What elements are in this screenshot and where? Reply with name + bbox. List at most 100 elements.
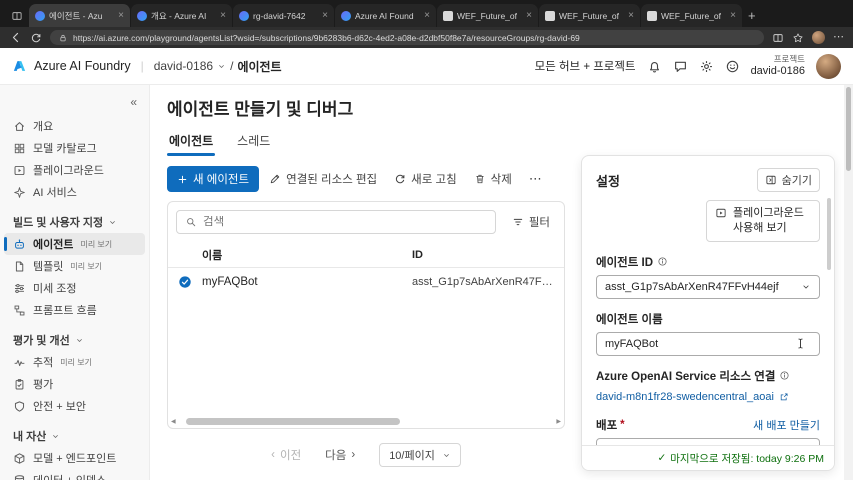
brand-title: Azure AI Foundry — [34, 59, 131, 73]
scroll-left-icon[interactable]: ◀ — [171, 419, 176, 425]
tab-agents[interactable]: 에이전트 — [167, 128, 215, 156]
sidebar-item-playgrounds[interactable]: 플레이그라운드 — [4, 159, 145, 181]
sidebar-item-safety-security[interactable]: 안전 + 보안 — [4, 395, 145, 417]
tab-title: rg-david-7642 — [253, 11, 318, 21]
tab-close-icon[interactable]: × — [730, 11, 736, 21]
browser-tab-pdf-2[interactable]: WEF_Future_of × — [539, 4, 640, 27]
delete-button[interactable]: 삭제 — [467, 166, 519, 192]
sidebar-section-assess[interactable]: 평가 및 개선 — [4, 329, 145, 351]
tab-close-icon[interactable]: × — [628, 11, 634, 21]
browser-tab-pdf-1[interactable]: WEF_Future_of × — [437, 4, 538, 27]
sidebar-item-agents[interactable]: 에이전트 미리 보기 — [4, 233, 145, 255]
user-avatar[interactable] — [816, 54, 841, 79]
reload-icon[interactable] — [30, 32, 42, 44]
browser-address-bar: https://ai.azure.com/playground/agentsLi… — [0, 27, 853, 48]
sidebar-item-label: 평가 — [33, 376, 53, 392]
browser-profile-avatar[interactable] — [812, 31, 825, 44]
sidebar-item-fine-tuning[interactable]: 미세 조정 — [4, 277, 145, 299]
project-switcher[interactable]: 프로젝트 david-0186 — [751, 55, 805, 77]
azure-logo-icon — [12, 59, 27, 74]
browser-menu-icon[interactable]: ⋯ — [833, 32, 844, 43]
filter-button[interactable]: 필터 — [506, 210, 556, 234]
tab-close-icon[interactable]: × — [424, 11, 430, 21]
name-column-header[interactable]: 이름 — [202, 247, 412, 263]
search-input[interactable] — [203, 216, 487, 228]
sidebar-item-prompt-flow[interactable]: 프롬프트 흐름 — [4, 299, 145, 321]
tab-close-icon[interactable]: × — [220, 11, 226, 21]
try-playground-label: 플레이그라운드 사용해 보기 — [733, 206, 811, 236]
header-actions: 모든 허브 + 프로젝트 프로젝트 david-0186 — [535, 54, 841, 79]
hide-panel-button[interactable]: 숨기기 — [757, 168, 820, 192]
refresh-button[interactable]: 새로 고침 — [387, 166, 464, 192]
tab-close-icon[interactable]: × — [322, 11, 328, 21]
sidebar-item-model-catalog[interactable]: 모델 카탈로그 — [4, 137, 145, 159]
external-link-icon[interactable] — [779, 392, 789, 402]
tab-favicon — [647, 11, 657, 21]
agent-name-input[interactable] — [596, 332, 820, 356]
url-bar[interactable]: https://ai.azure.com/playground/agentsLi… — [50, 30, 764, 45]
sidebar-item-tracing[interactable]: 추적 미리 보기 — [4, 351, 145, 373]
panel-scrollbar-thumb[interactable] — [827, 198, 831, 270]
scrollbar-track[interactable] — [179, 418, 554, 425]
browser-tab-pdf-3[interactable]: WEF_Future_of × — [641, 4, 742, 27]
sidebar-item-ai-services[interactable]: AI 서비스 — [4, 181, 145, 203]
notifications-bell-icon[interactable] — [647, 59, 662, 74]
table-row[interactable]: myFAQBot asst_G1p7sAbArXenR47FFvH44ejf — [168, 268, 564, 295]
sidebar-section-build[interactable]: 빌드 및 사용자 지정 — [4, 211, 145, 233]
tab-actions-icon[interactable] — [5, 4, 29, 27]
try-playground-button[interactable]: 플레이그라운드 사용해 보기 — [706, 200, 820, 242]
filter-label: 필터 — [529, 214, 550, 230]
tab-close-icon[interactable]: × — [118, 11, 124, 21]
toolbar-overflow-icon[interactable]: ⋯ — [522, 169, 549, 189]
new-agent-label: 새 에이전트 — [193, 171, 249, 187]
sidebar-collapse-icon[interactable]: « — [130, 96, 137, 108]
sidebar-item-overview[interactable]: 개요 — [4, 115, 145, 137]
previous-page-button[interactable]: ‹ 이전 — [271, 447, 301, 463]
sidebar-section-my-assets[interactable]: 내 자산 — [4, 425, 145, 447]
browser-tab-overview[interactable]: 개요 - Azure AI × — [131, 4, 232, 27]
row-selected-check-icon[interactable] — [168, 275, 202, 289]
id-column-header[interactable]: ID — [412, 249, 564, 261]
agent-id-select[interactable]: asst_G1p7sAbArXenR47FFvH44ejf — [596, 275, 820, 299]
breadcrumb-project[interactable]: david-0186 — [154, 59, 213, 73]
browser-tab-agents[interactable]: 에이전트 - Azu × — [29, 4, 130, 27]
feedback-chat-icon[interactable] — [673, 59, 688, 74]
horizontal-scrollbar[interactable]: ◀ ▶ — [168, 415, 564, 428]
info-icon[interactable] — [657, 256, 668, 267]
info-icon[interactable] — [779, 370, 790, 381]
new-agent-button[interactable]: 새 에이전트 — [167, 166, 259, 192]
browser-tab-resource-group[interactable]: rg-david-7642 × — [233, 4, 334, 27]
sidebar-item-templates[interactable]: 템플릿 미리 보기 — [4, 255, 145, 277]
all-hubs-link[interactable]: 모든 허브 + 프로젝트 — [535, 58, 636, 74]
scrollbar-thumb[interactable] — [186, 418, 400, 425]
sidebar-item-label: 추적 — [33, 354, 53, 370]
tab-threads[interactable]: 스레드 — [235, 128, 272, 156]
scroll-right-icon[interactable]: ▶ — [556, 419, 561, 425]
aoai-connection-label: Azure OpenAI Service 리소스 연결 — [596, 368, 775, 384]
sidebar-item-models-endpoints[interactable]: 모델 + 엔드포인트 — [4, 447, 145, 469]
sidebar-item-data-indexes[interactable]: 데이터 + 인덱스 — [4, 469, 145, 480]
edit-connected-resources-button[interactable]: 연결된 리소스 편집 — [262, 166, 384, 192]
table-search-row: 필터 — [168, 202, 564, 242]
new-deployment-link[interactable]: 새 배포 만들기 — [753, 417, 820, 433]
page-scrollbar-thumb[interactable] — [846, 87, 851, 171]
chevron-down-icon — [51, 432, 60, 441]
favorites-icon[interactable] — [792, 32, 804, 44]
sidebar-item-evaluation[interactable]: 평가 — [4, 373, 145, 395]
pagination: ‹ 이전 다음 › 10/페이지 — [167, 443, 565, 467]
settings-gear-icon[interactable] — [699, 59, 714, 74]
search-box[interactable] — [176, 210, 496, 234]
split-screen-icon[interactable] — [772, 32, 784, 44]
smiley-feedback-icon[interactable] — [725, 59, 740, 74]
aoai-connection-link[interactable]: david-m8n1fr28-swedencentral_aoai — [596, 391, 774, 403]
sidebar-item-label: AI 서비스 — [33, 184, 77, 200]
next-page-button[interactable]: 다음 › — [325, 447, 355, 463]
tab-close-icon[interactable]: × — [526, 11, 532, 21]
browser-tab-foundry[interactable]: Azure AI Found × — [335, 4, 436, 27]
page-scrollbar[interactable] — [844, 85, 853, 480]
back-icon[interactable] — [9, 31, 22, 44]
chevron-down-icon[interactable] — [217, 62, 226, 71]
new-tab-button[interactable]: + — [748, 8, 756, 23]
pivot-tabs: 에이전트 스레드 — [167, 128, 565, 156]
page-size-select[interactable]: 10/페이지 — [379, 443, 461, 467]
